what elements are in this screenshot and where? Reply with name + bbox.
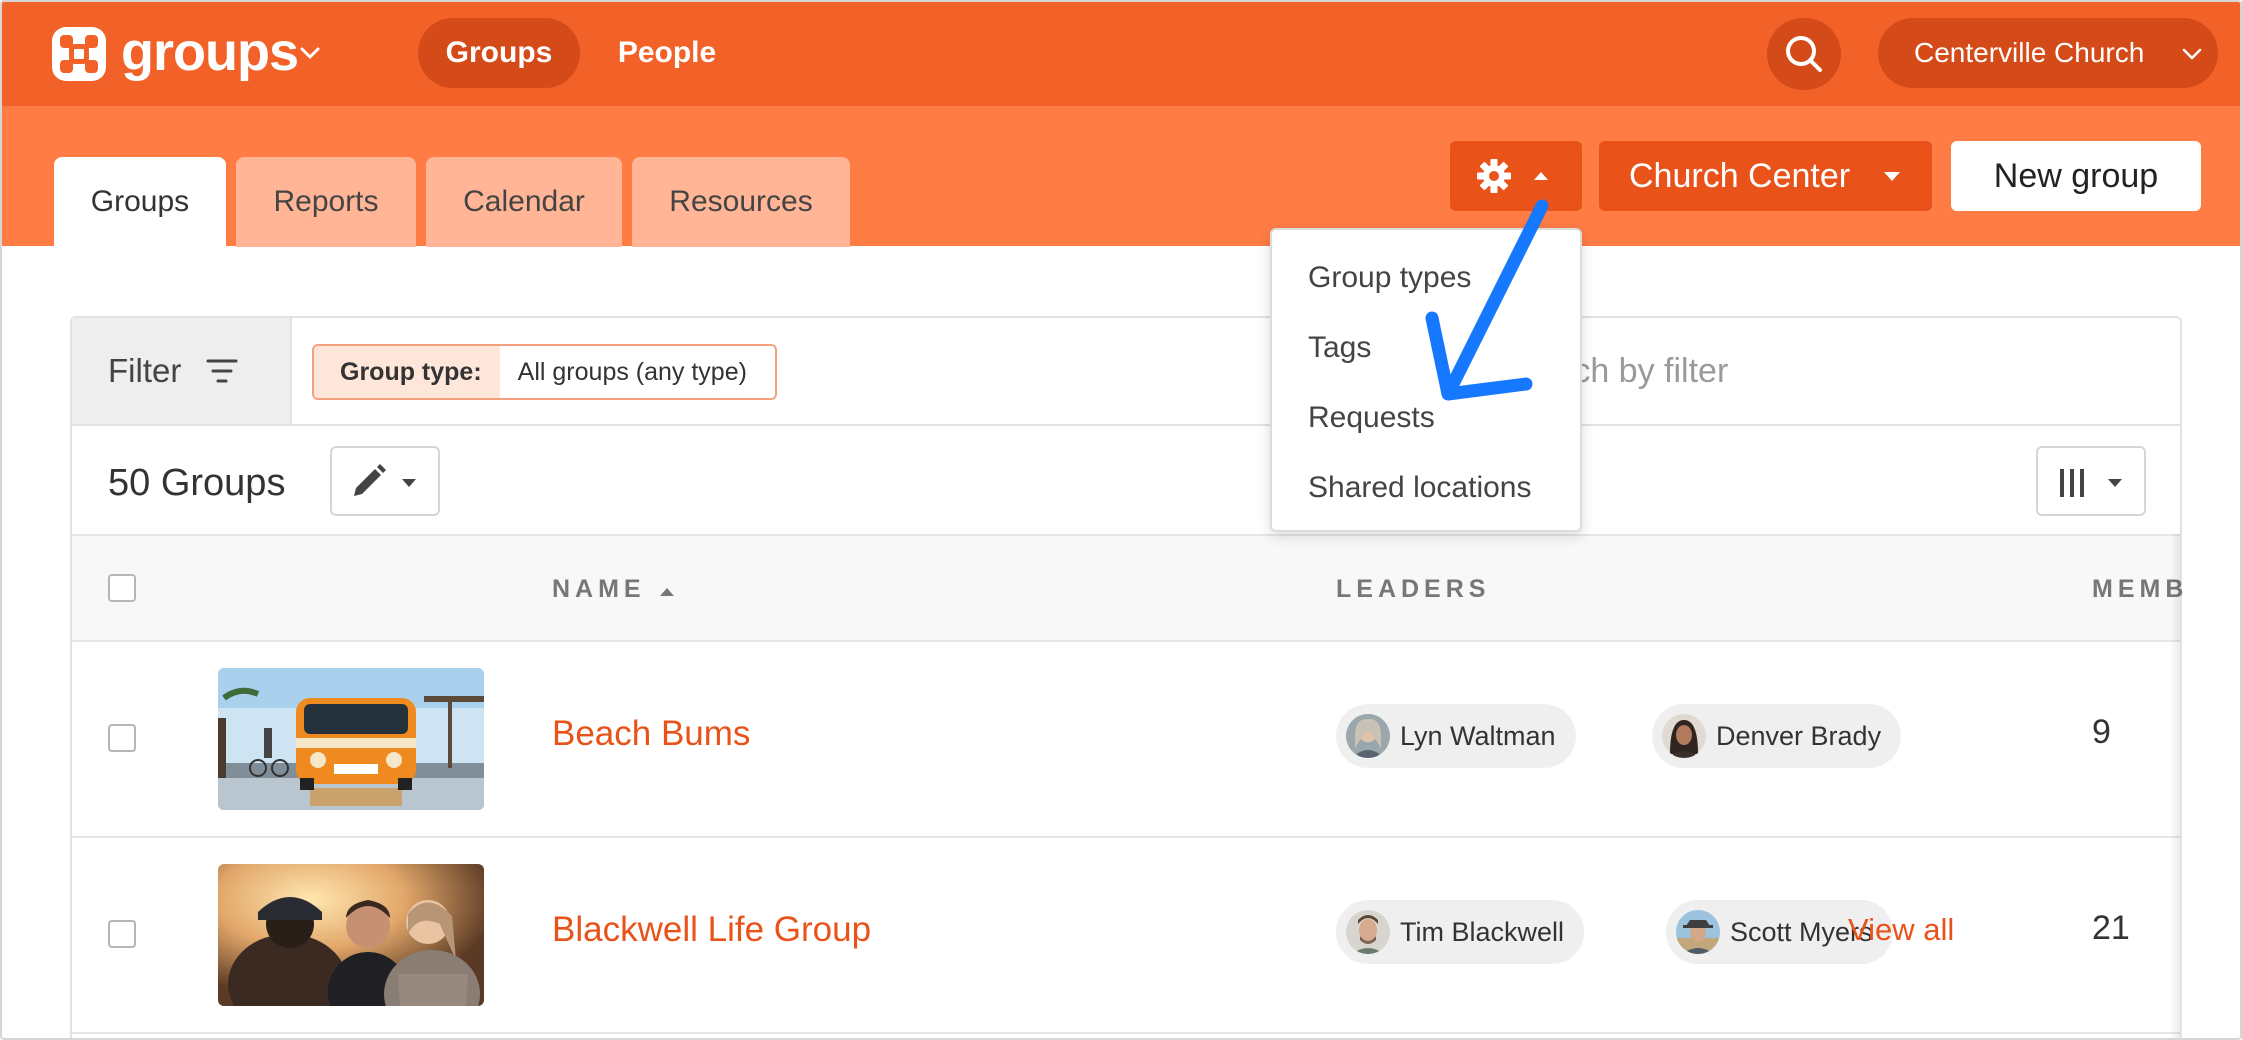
view-all-leaders-link[interactable]: View all <box>1848 908 1954 952</box>
nav-item-people[interactable]: People <box>592 18 742 88</box>
row-checkbox[interactable] <box>108 920 136 948</box>
tab-resources[interactable]: Resources <box>632 157 850 247</box>
menu-item-tags[interactable]: Tags <box>1308 328 1371 368</box>
filter-button[interactable]: Filter <box>72 318 292 424</box>
divider <box>72 424 2180 426</box>
leader-name: Lyn Waltman <box>1400 721 1556 751</box>
filter-label: Filter <box>108 352 182 389</box>
church-center-button[interactable]: Church Center <box>1599 141 1932 211</box>
menu-item-shared-locations[interactable]: Shared locations <box>1308 468 1531 508</box>
church-center-label: Church Center <box>1629 157 1851 195</box>
leader-chip[interactable]: Denver Brady <box>1652 704 1902 768</box>
app-name[interactable]: groups <box>121 20 299 84</box>
columns-icon <box>2060 469 2122 497</box>
columns-button[interactable] <box>2036 446 2146 516</box>
app-window: groups Groups People Centerville Church … <box>0 0 2242 1040</box>
new-group-button[interactable]: New group <box>1951 141 2201 211</box>
avatar <box>1346 714 1390 758</box>
leader-chip[interactable]: Lyn Waltman <box>1336 704 1576 768</box>
top-navigation-bar: groups Groups People Centerville Church <box>2 2 2240 106</box>
leader-name: Tim Blackwell <box>1400 917 1565 947</box>
horizontal-scroll-shadow <box>2170 534 2180 1038</box>
group-count: 50 Groups <box>108 462 286 504</box>
sort-ascending-icon <box>659 588 674 596</box>
bulk-edit-button[interactable] <box>330 446 440 516</box>
avatar <box>1346 910 1390 954</box>
organization-name: Centerville Church <box>1914 37 2145 68</box>
search-icon <box>1786 36 1822 72</box>
chip-key: Group type: <box>314 346 500 398</box>
pencil-icon <box>354 464 416 496</box>
table-header: NAME LEADERS MEMB <box>72 534 2183 642</box>
tab-groups[interactable]: Groups <box>54 157 226 247</box>
app-switcher-chevron-icon[interactable] <box>297 40 323 66</box>
chip-value: All groups (any type) <box>499 346 775 398</box>
group-thumbnail-van[interactable] <box>218 668 484 810</box>
filter-icon <box>206 359 238 383</box>
member-count: 21 <box>2092 909 2130 947</box>
group-type-filter-chip[interactable]: Group type: All groups (any type) <box>312 344 777 400</box>
column-header-name[interactable]: NAME <box>552 574 674 604</box>
search-filter-input[interactable]: rch by filter <box>1562 343 1728 399</box>
table-row[interactable]: Beach Bums Lyn Waltman Denver Brady 9 <box>72 642 2180 838</box>
caret-down-icon <box>1884 172 1900 181</box>
tab-reports[interactable]: Reports <box>236 157 416 247</box>
row-checkbox[interactable] <box>108 724 136 752</box>
avatar <box>1662 714 1706 758</box>
table-row[interactable]: Blackwell Life Group Tim Blackwell Scott… <box>72 838 2180 1034</box>
tab-calendar[interactable]: Calendar <box>426 157 622 247</box>
nav-item-groups[interactable]: Groups <box>418 18 580 88</box>
search-button[interactable] <box>1767 18 1841 90</box>
avatar <box>1676 910 1720 954</box>
groups-logo-icon[interactable] <box>52 27 106 81</box>
annotation-arrow-icon <box>1425 199 1549 401</box>
group-thumbnail-people[interactable] <box>218 864 484 1006</box>
select-all-checkbox[interactable] <box>108 574 136 602</box>
group-name-link[interactable]: Beach Bums <box>552 712 750 756</box>
chevron-down-icon <box>2182 48 2202 60</box>
organization-switcher[interactable]: Centerville Church <box>1878 18 2218 88</box>
member-count: 9 <box>2092 713 2111 751</box>
leader-name: Denver Brady <box>1716 721 1882 751</box>
leader-chip[interactable]: Tim Blackwell <box>1336 900 1585 964</box>
groups-panel: Filter Group type: All groups (any type)… <box>70 316 2183 1038</box>
group-name-link[interactable]: Blackwell Life Group <box>552 908 871 952</box>
column-header-leaders[interactable]: LEADERS <box>1336 574 1490 604</box>
